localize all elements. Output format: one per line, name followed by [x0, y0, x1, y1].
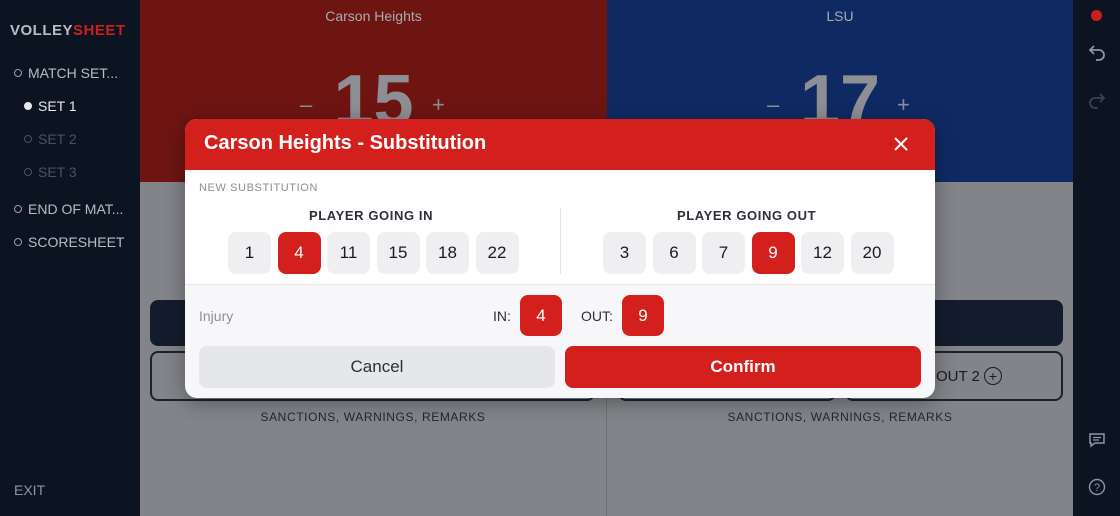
player-in-button[interactable]: 1 [228, 232, 271, 274]
confirm-button[interactable]: Confirm [565, 346, 921, 388]
timeout-2-text: OUT 2 [936, 367, 980, 385]
sidebar-item-set-1[interactable]: SET 1 [14, 98, 77, 114]
player-in-label: PLAYER GOING IN [309, 208, 434, 223]
out-value-badge: 9 [622, 295, 664, 336]
sidebar-item-end-of-match[interactable]: END OF MAT... [14, 201, 123, 217]
out-label: OUT: [581, 308, 613, 324]
redo-icon[interactable] [1073, 90, 1120, 115]
player-in-button[interactable]: 22 [475, 232, 519, 274]
circle-icon [24, 168, 32, 176]
player-in-button[interactable]: 18 [426, 232, 469, 274]
sidebar-item-set-3[interactable]: SET 3 [14, 164, 77, 180]
sidebar-item-match-settings[interactable]: MATCH SET... [14, 65, 118, 81]
player-out-button[interactable]: 6 [652, 232, 696, 274]
home-sanctions-link[interactable]: SANCTIONS, WARNINGS, REMARKS [140, 410, 606, 424]
away-team-name: LSU [826, 8, 854, 24]
sidebar-item-label: SET 1 [38, 98, 77, 114]
sidebar-item-scoresheet[interactable]: SCORESHEET [14, 234, 124, 250]
plus-circle-icon: + [983, 367, 1002, 385]
home-plus-button[interactable]: + [432, 92, 445, 118]
home-team-name: Carson Heights [325, 8, 422, 24]
substitution-dialog: Carson Heights - Substitution NEW SUBSTI… [185, 119, 935, 398]
help-icon[interactable]: ? [1073, 478, 1120, 501]
in-label: IN: [493, 308, 511, 324]
in-value-badge: 4 [520, 295, 562, 336]
logo-sheet: SHEET [73, 22, 126, 39]
away-minus-button[interactable]: – [767, 92, 779, 118]
circle-icon [24, 135, 32, 143]
app-logo: VOLLEYSHEET [10, 22, 126, 39]
sidebar: VOLLEYSHEET MATCH SET... SET 1 SET 2 SET… [0, 0, 140, 516]
svg-text:?: ? [1093, 482, 1099, 494]
player-out-button-selected[interactable]: 9 [751, 232, 795, 274]
away-plus-button[interactable]: + [897, 92, 910, 118]
away-sanctions-link[interactable]: SANCTIONS, WARNINGS, REMARKS [607, 410, 1073, 424]
circle-icon [14, 238, 22, 246]
player-out-button[interactable]: 20 [850, 232, 894, 274]
players-out-list: 3 6 7 9 12 20 [603, 232, 900, 274]
comment-icon[interactable] [1073, 431, 1120, 454]
player-out-label: PLAYER GOING OUT [677, 208, 817, 223]
divider [185, 284, 935, 285]
section-title: NEW SUBSTITUTION [199, 182, 318, 194]
home-minus-button[interactable]: – [300, 92, 312, 118]
player-out-button[interactable]: 3 [603, 232, 646, 274]
cancel-button[interactable]: Cancel [199, 346, 555, 388]
player-out-button[interactable]: 12 [801, 232, 844, 274]
injury-toggle[interactable]: Injury [199, 308, 233, 324]
sidebar-item-label: SCORESHEET [28, 234, 125, 250]
sidebar-item-label: SET 2 [38, 131, 77, 147]
sidebar-item-label: MATCH SET... [28, 65, 118, 81]
dialog-title: Carson Heights - Substitution [204, 132, 487, 154]
sidebar-item-label: END OF MAT... [28, 201, 124, 217]
sidebar-item-set-2[interactable]: SET 2 [14, 131, 77, 147]
filled-circle-icon [24, 102, 32, 110]
timeout-2-label: OUT 2 + [936, 367, 1002, 385]
circle-icon [14, 69, 22, 77]
divider [560, 208, 561, 274]
player-in-button-selected[interactable]: 4 [277, 232, 321, 274]
sidebar-item-label: SET 3 [38, 164, 77, 180]
close-icon[interactable] [889, 132, 913, 156]
players-in-list: 1 4 11 15 18 22 [228, 232, 525, 274]
circle-icon [14, 205, 22, 213]
dialog-header: Carson Heights - Substitution [185, 119, 935, 170]
recording-indicator-icon [1091, 10, 1102, 21]
right-toolbar: ? [1073, 0, 1120, 516]
player-in-button[interactable]: 15 [376, 232, 420, 274]
player-in-button[interactable]: 11 [327, 232, 370, 274]
logo-volley: VOLLEY [10, 22, 74, 39]
player-out-button[interactable]: 7 [702, 232, 745, 274]
exit-button[interactable]: EXIT [14, 482, 45, 498]
undo-icon[interactable] [1073, 42, 1120, 67]
